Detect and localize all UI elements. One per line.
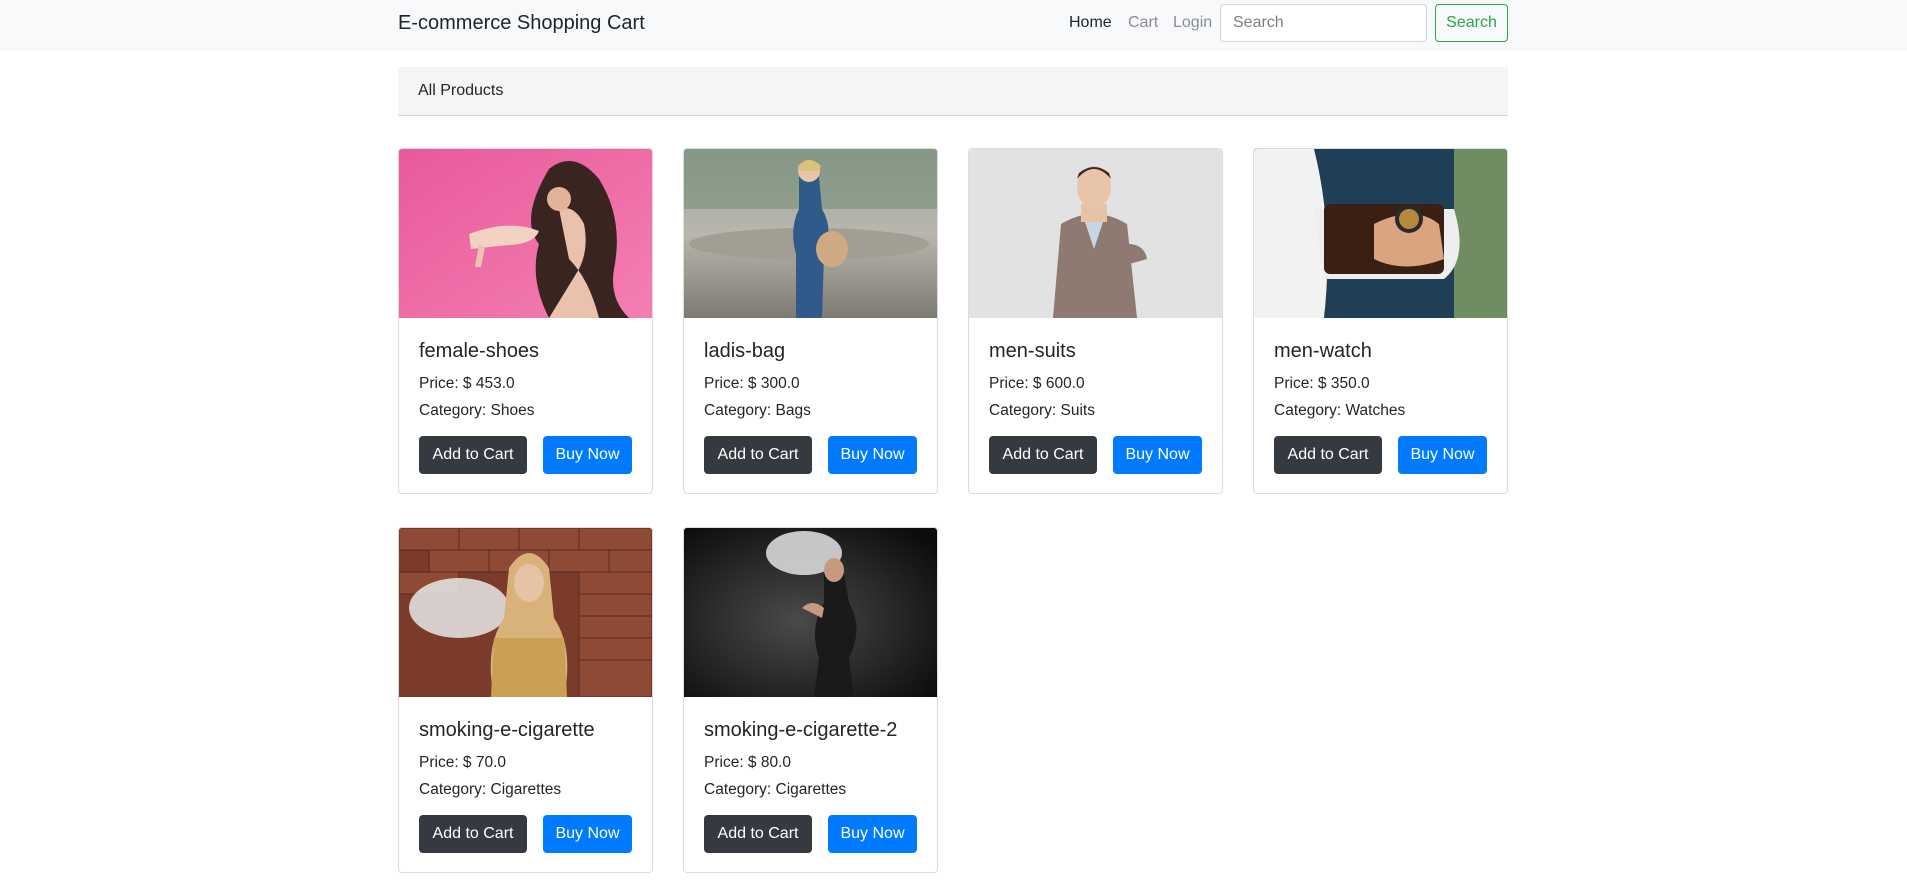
product-image[interactable] xyxy=(684,149,937,318)
product-category: Category: Cigarettes xyxy=(704,781,847,798)
female-shoes-photo xyxy=(399,149,652,318)
product-price: Price: $ 453.0 xyxy=(419,375,515,392)
product-category: Category: Watches xyxy=(1274,402,1406,419)
product-card: men-suits Price: $ 600.0 Category: Suits… xyxy=(968,148,1223,494)
product-image[interactable] xyxy=(399,528,652,697)
product-image[interactable] xyxy=(1254,149,1507,318)
product-card: ladis-bag Price: $ 300.0 Category: Bags … xyxy=(683,148,938,494)
product-name: men-watch xyxy=(1274,340,1372,362)
product-name: men-suits xyxy=(989,340,1076,362)
search-input[interactable] xyxy=(1220,4,1427,42)
product-card: smoking-e-cigarette-2 Price: $ 80.0 Cate… xyxy=(683,527,938,873)
buy-now-button[interactable]: Buy Now xyxy=(828,436,917,474)
buy-now-button[interactable]: Buy Now xyxy=(828,815,917,853)
men-watch-photo xyxy=(1254,149,1507,318)
product-name: female-shoes xyxy=(419,340,540,362)
product-card: men-watch Price: $ 350.0 Category: Watch… xyxy=(1253,148,1508,494)
product-category: Category: Suits xyxy=(989,402,1095,419)
product-price: Price: $ 300.0 xyxy=(704,375,800,392)
buy-now-button[interactable]: Buy Now xyxy=(543,436,632,474)
product-price: Price: $ 70.0 xyxy=(419,754,507,771)
product-price: Price: $ 600.0 xyxy=(989,375,1085,392)
buy-now-button[interactable]: Buy Now xyxy=(1113,436,1202,474)
breadcrumb-item-all-products: All Products xyxy=(418,82,504,99)
product-image[interactable] xyxy=(969,149,1222,318)
nav-link-home[interactable]: Home xyxy=(1069,14,1112,32)
product-name: smoking-e-cigarette-2 xyxy=(704,719,898,741)
add-to-cart-button[interactable]: Add to Cart xyxy=(704,436,812,474)
product-name: ladis-bag xyxy=(704,340,786,362)
nav-link-cart[interactable]: Cart xyxy=(1128,14,1158,32)
buy-now-button[interactable]: Buy Now xyxy=(543,815,632,853)
add-to-cart-button[interactable]: Add to Cart xyxy=(419,436,527,474)
product-price: Price: $ 350.0 xyxy=(1274,375,1370,392)
men-suits-photo xyxy=(969,149,1222,318)
product-category: Category: Cigarettes xyxy=(419,781,562,798)
add-to-cart-button[interactable]: Add to Cart xyxy=(419,815,527,853)
product-category: Category: Shoes xyxy=(419,402,535,419)
add-to-cart-button[interactable]: Add to Cart xyxy=(989,436,1097,474)
ladis-bag-photo xyxy=(684,149,937,318)
product-category: Category: Bags xyxy=(704,402,811,419)
add-to-cart-button[interactable]: Add to Cart xyxy=(704,815,812,853)
smoking-e-cigarette-photo xyxy=(399,528,652,697)
product-image[interactable] xyxy=(684,528,937,697)
navbar: E-commerce Shopping Cart Home Cart Login… xyxy=(0,0,1907,51)
product-card: female-shoes Price: $ 453.0 Category: Sh… xyxy=(398,148,653,494)
add-to-cart-button[interactable]: Add to Cart xyxy=(1274,436,1382,474)
product-price: Price: $ 80.0 xyxy=(704,754,792,771)
search-button[interactable]: Search xyxy=(1435,4,1508,42)
smoking-e-cigarette-2-photo xyxy=(684,528,937,697)
product-image[interactable] xyxy=(399,149,652,318)
brand-title[interactable]: E-commerce Shopping Cart xyxy=(398,12,645,35)
breadcrumb: All Products xyxy=(398,67,1508,116)
product-card: smoking-e-cigarette Price: $ 70.0 Catego… xyxy=(398,527,653,873)
product-name: smoking-e-cigarette xyxy=(419,719,595,741)
buy-now-button[interactable]: Buy Now xyxy=(1398,436,1487,474)
nav-link-login[interactable]: Login xyxy=(1173,14,1212,32)
